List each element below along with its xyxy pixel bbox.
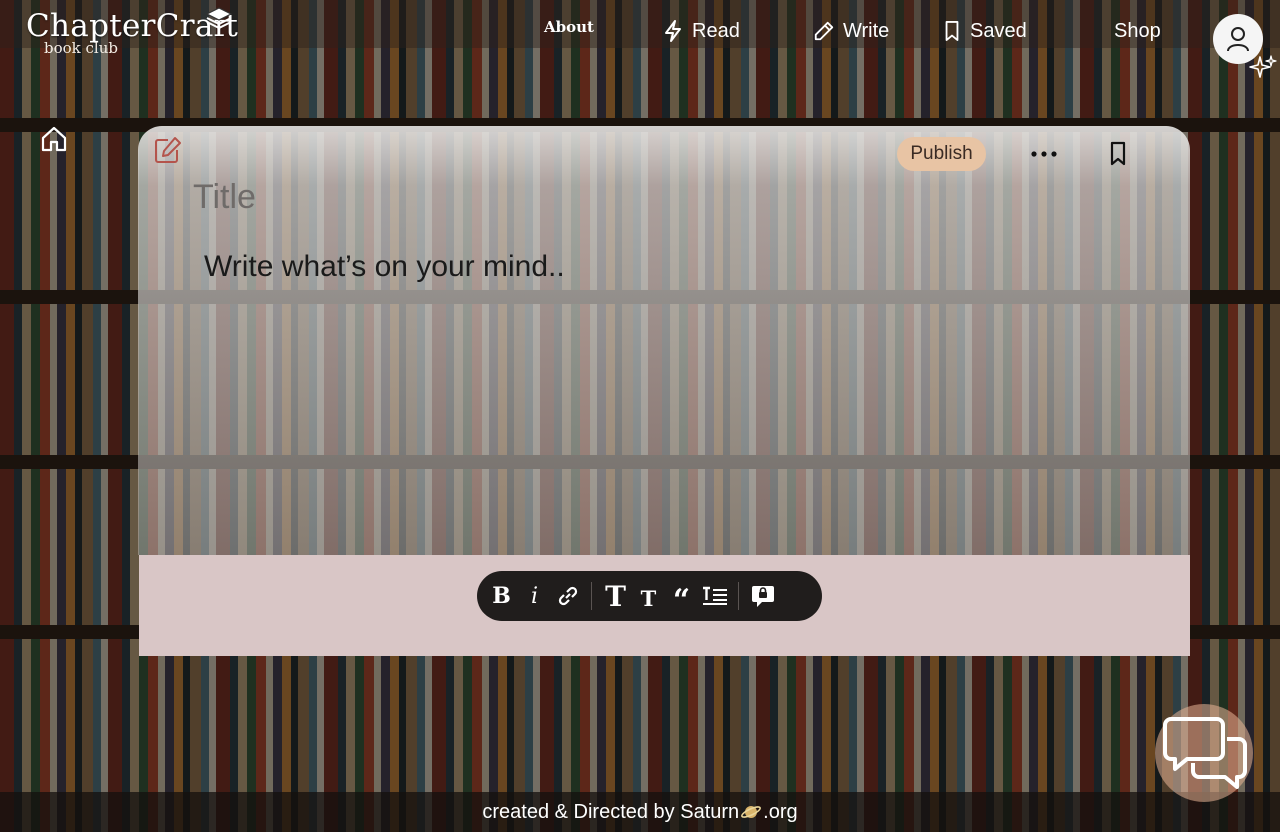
nav-saved[interactable]: Saved (942, 18, 1027, 44)
quote-icon[interactable]: “ (665, 576, 698, 618)
post-editor: Publish Title Write what’s on your mind.… (138, 126, 1190, 656)
italic-icon[interactable]: i (518, 576, 551, 616)
footer-domain[interactable]: .org (763, 801, 797, 824)
user-icon (1227, 27, 1249, 52)
lightning-icon (665, 20, 681, 42)
toolbar-divider (738, 582, 739, 610)
edit-icon[interactable] (152, 135, 182, 165)
title-input[interactable]: Title (193, 178, 893, 222)
toolbar-divider (591, 582, 592, 610)
nav-about[interactable]: About (544, 18, 594, 36)
comment-icon[interactable] (746, 576, 779, 616)
nav-write-label: Write (843, 19, 890, 42)
nav-write[interactable]: Write (813, 18, 889, 44)
pencil-icon (814, 21, 834, 41)
top-navigation-bar: ChapterCraft book club About Read Write … (0, 0, 1280, 57)
more-options-icon[interactable] (1030, 150, 1058, 158)
footer-credit: created & Directed by Saturn (482, 800, 740, 823)
nav-saved-label: Saved (970, 19, 1027, 42)
nav-shop[interactable]: Shop (1114, 18, 1161, 44)
brand-subtitle: book club (44, 39, 118, 57)
bold-icon[interactable]: B (485, 576, 518, 616)
body-input[interactable]: Write what’s on your mind.. (204, 250, 1104, 290)
large-heading-icon[interactable]: T (599, 576, 632, 616)
sparkle-icon[interactable] (1249, 54, 1277, 82)
nav-read[interactable]: Read (662, 18, 740, 44)
formatting-toolbar: B i T T “ (477, 571, 822, 621)
nav-read-label: Read (692, 19, 740, 42)
chat-bubbles-icon (1163, 717, 1247, 789)
link-icon[interactable] (551, 576, 584, 616)
stacked-layers-icon (205, 7, 233, 30)
bookmark-icon (945, 20, 959, 41)
small-heading-icon[interactable]: T (632, 576, 665, 616)
site-footer: created & Directed by Saturn .org (0, 792, 1280, 832)
text-align-icon[interactable] (698, 576, 731, 616)
editor-writing-area: Publish Title Write what’s on your mind.… (138, 126, 1190, 555)
publish-button[interactable]: Publish (897, 137, 986, 171)
nav-shop-label: Shop (1114, 19, 1161, 42)
chat-button[interactable] (1155, 704, 1253, 802)
home-icon[interactable] (40, 125, 68, 153)
saturn-icon (741, 806, 762, 818)
bookmark-icon[interactable] (1108, 141, 1128, 167)
